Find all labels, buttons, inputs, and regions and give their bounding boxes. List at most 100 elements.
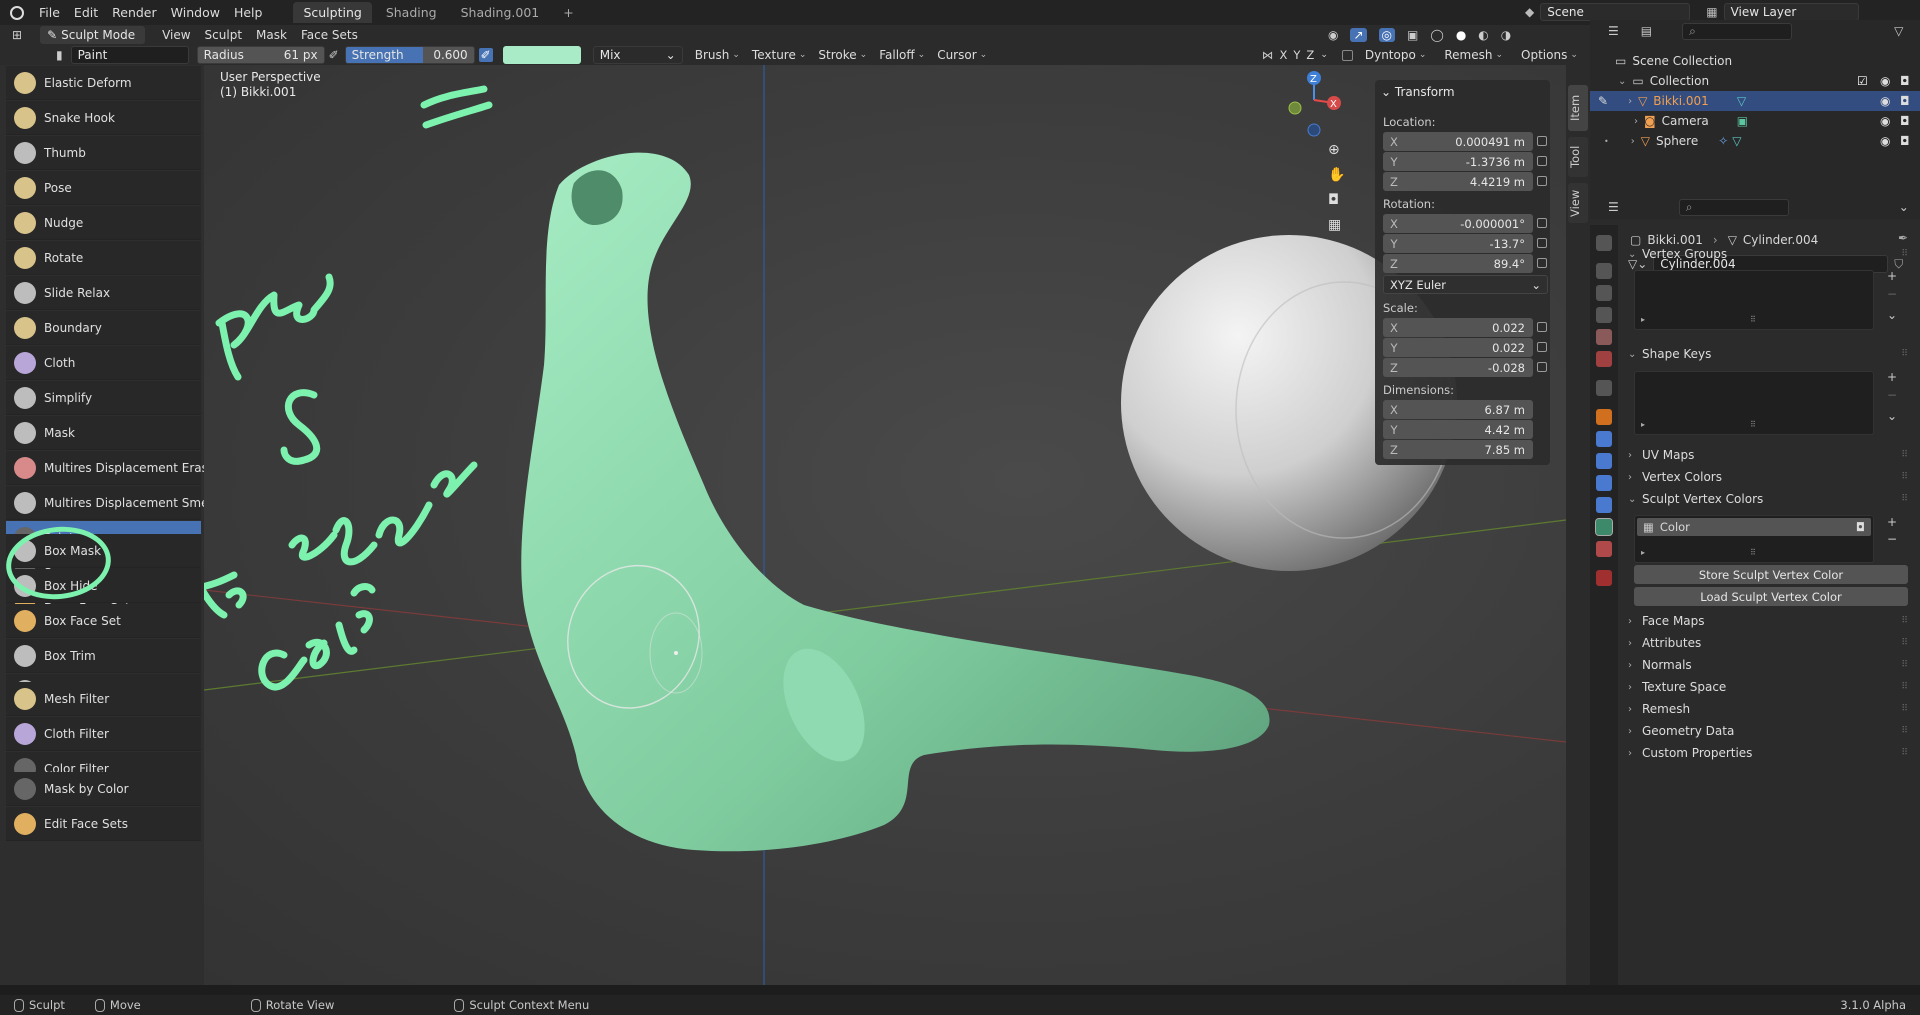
overlays-icon[interactable]: ◎ <box>1378 28 1396 42</box>
drag-handle-icon[interactable]: ⠿ <box>1901 682 1908 692</box>
constraints-props-tab[interactable] <box>1596 497 1612 513</box>
filter-icon[interactable]: ▽ <box>1894 24 1903 38</box>
menu-render[interactable]: Render <box>105 5 164 20</box>
dyntopo-checkbox[interactable] <box>1341 49 1353 61</box>
particles-props-tab[interactable] <box>1596 453 1612 469</box>
wireframe-shading-icon[interactable]: ◯ <box>1430 28 1443 42</box>
eye-icon[interactable]: ◉ <box>1880 74 1890 88</box>
tool-boundary[interactable]: Boundary <box>6 311 201 345</box>
dimensions-z-field[interactable]: Z 7.85 m <box>1383 440 1533 459</box>
transform-header[interactable]: ⌄ Transform <box>1381 85 1455 99</box>
view-layer-field[interactable]: View Layer <box>1723 3 1859 21</box>
expand-icon[interactable]: ▸ <box>1641 420 1645 429</box>
visibility-icon[interactable]: ◉ <box>1328 28 1338 42</box>
remesh-dropdown[interactable]: Remesh ⌄ <box>1438 48 1509 62</box>
symmetry-icon[interactable]: ⋈ <box>1262 48 1274 62</box>
drag-handle-icon[interactable]: ⠿ <box>1750 548 1756 557</box>
collection-row[interactable]: ⌄ ▭ Collection ☑ ◉ ◘ <box>1590 71 1920 91</box>
drag-handle-icon[interactable]: ⠿ <box>1901 638 1908 648</box>
tab-shading[interactable]: Shading <box>376 2 447 23</box>
xray-icon[interactable]: ▣ <box>1407 28 1418 42</box>
blender-logo-icon[interactable] <box>10 5 24 20</box>
tool-simplify[interactable]: Simplify <box>6 381 201 415</box>
scale-x-field[interactable]: X 0.022 <box>1383 318 1533 337</box>
drag-handle-icon[interactable]: ⠿ <box>1901 249 1908 259</box>
add-workspace-button[interactable]: + <box>553 2 583 23</box>
add-icon[interactable]: + <box>1887 269 1897 283</box>
tab-item[interactable]: Item <box>1568 85 1588 131</box>
drag-handle-icon[interactable]: ⠿ <box>1901 616 1908 626</box>
gizmo-neg-z-axis[interactable] <box>1307 123 1321 137</box>
outliner-item-camera[interactable]: › ◙ Camera ▣ ◉ ◘ <box>1590 111 1920 131</box>
scene-collection-row[interactable]: ▭ Scene Collection <box>1590 51 1920 71</box>
drag-handle-icon[interactable]: ⠿ <box>1901 494 1908 504</box>
drag-handle-icon[interactable]: ⠿ <box>1901 726 1908 736</box>
remove-icon[interactable]: − <box>1887 388 1897 402</box>
location-x-field[interactable]: X 0.000491 m <box>1383 132 1533 151</box>
eye-icon[interactable]: ◉ <box>1880 134 1890 148</box>
tool-props-tab[interactable] <box>1596 235 1612 251</box>
panel-sculpt-vertex-colors[interactable]: ⌄ Sculpt Vertex Colors ⠿ <box>1628 488 1908 510</box>
menu-help[interactable]: Help <box>227 5 270 20</box>
vertex-groups-list[interactable]: ▸ ⠿ <box>1634 270 1874 330</box>
panel-texture-space[interactable]: › Texture Space ⠿ <box>1628 676 1908 698</box>
stroke-dropdown[interactable]: Stroke ⌄ <box>812 48 873 62</box>
lock-icon[interactable] <box>1537 238 1547 248</box>
drag-handle-icon[interactable]: ⠿ <box>1901 748 1908 758</box>
chevron-down-icon[interactable]: ⌄ <box>1887 308 1897 322</box>
tool-mesh-filter[interactable]: Mesh Filter <box>6 682 201 716</box>
cursor-dropdown[interactable]: Cursor ⌄ <box>931 48 993 62</box>
shape-keys-list[interactable]: ▸ ⠿ <box>1634 371 1874 435</box>
object-props-tab[interactable] <box>1596 409 1612 425</box>
panel-remesh[interactable]: › Remesh ⠿ <box>1628 698 1908 720</box>
eye-icon[interactable]: ◉ <box>1880 94 1890 108</box>
menu-mask[interactable]: Mask <box>249 28 294 42</box>
modifier-props-tab[interactable] <box>1596 431 1612 447</box>
tool-rotate[interactable]: Rotate <box>6 241 201 275</box>
tool-elastic-deform[interactable]: Elastic Deform <box>6 66 201 100</box>
panel-normals[interactable]: › Normals ⠿ <box>1628 654 1908 676</box>
mirror-y-toggle[interactable]: Y <box>1293 48 1300 62</box>
collection-props-tab[interactable] <box>1596 380 1612 396</box>
tool-thumb[interactable]: Thumb <box>6 136 201 170</box>
brush-dropdown[interactable]: Brush ⌄ <box>689 48 746 62</box>
properties-editor-icon[interactable]: ☰ <box>1608 200 1619 214</box>
texture-dropdown[interactable]: Texture ⌄ <box>746 48 812 62</box>
material-shading-icon[interactable]: ◐ <box>1478 28 1488 42</box>
camera-render-icon[interactable]: ◘ <box>1900 114 1910 128</box>
panel-attributes[interactable]: › Attributes ⠿ <box>1628 632 1908 654</box>
remove-icon[interactable]: − <box>1887 287 1897 301</box>
scene-icon[interactable]: ◆ <box>1525 5 1534 19</box>
mesh-data-props-tab[interactable] <box>1595 518 1613 536</box>
expand-icon[interactable]: ▸ <box>1641 315 1645 324</box>
drag-handle-icon[interactable]: ⠿ <box>1750 420 1756 429</box>
view-layer-icon[interactable]: ▦ <box>1706 5 1717 19</box>
outliner-item-bikki[interactable]: ✎ › ▽ Bikki.001 ▽ ◉ ◘ <box>1590 91 1920 111</box>
tool-snake-hook[interactable]: Snake Hook <box>6 101 201 135</box>
lock-icon[interactable] <box>1537 218 1547 228</box>
camera-render-icon[interactable]: ◘ <box>1900 134 1910 148</box>
tool-pose[interactable]: Pose <box>6 171 201 205</box>
rotation-y-field[interactable]: Y -13.7° <box>1383 234 1533 253</box>
panel-uv-maps[interactable]: › UV Maps ⠿ <box>1628 444 1908 466</box>
outliner-item-sphere[interactable]: • › ▽ Sphere ✧ ▽ ◉ ◘ <box>1590 131 1920 151</box>
camera-render-icon[interactable]: ◘ <box>1900 94 1910 108</box>
mode-select[interactable]: ✎ Sculpt Mode <box>40 26 146 44</box>
add-icon[interactable]: + <box>1887 370 1897 384</box>
scale-y-field[interactable]: Y 0.022 <box>1383 338 1533 357</box>
radius-field[interactable]: Radius 61 px <box>196 46 325 64</box>
mirror-z-toggle[interactable]: Z <box>1306 48 1314 62</box>
brush-color-swatch[interactable] <box>502 46 581 64</box>
options-dropdown[interactable]: Options ⌄ <box>1515 48 1584 62</box>
tool-slide-relax[interactable]: Slide Relax <box>6 276 201 310</box>
add-icon[interactable]: + <box>1887 515 1897 529</box>
tab-view[interactable]: View <box>1568 183 1588 223</box>
tool-nudge[interactable]: Nudge <box>6 206 201 240</box>
brush-icon[interactable]: ▮ <box>56 48 63 62</box>
panel-face-maps[interactable]: › Face Maps ⠿ <box>1628 610 1908 632</box>
outliner-search-input[interactable]: ⌕ <box>1682 22 1793 40</box>
render-props-tab[interactable] <box>1596 263 1612 279</box>
rotation-z-field[interactable]: Z 89.4° <box>1383 254 1533 273</box>
sculpt-vertex-colors-list[interactable]: ▦ Color ◘ ▸ ⠿ <box>1634 515 1874 563</box>
panel-vertex-groups[interactable]: ⌄ Vertex Groups ⠿ <box>1628 243 1908 265</box>
